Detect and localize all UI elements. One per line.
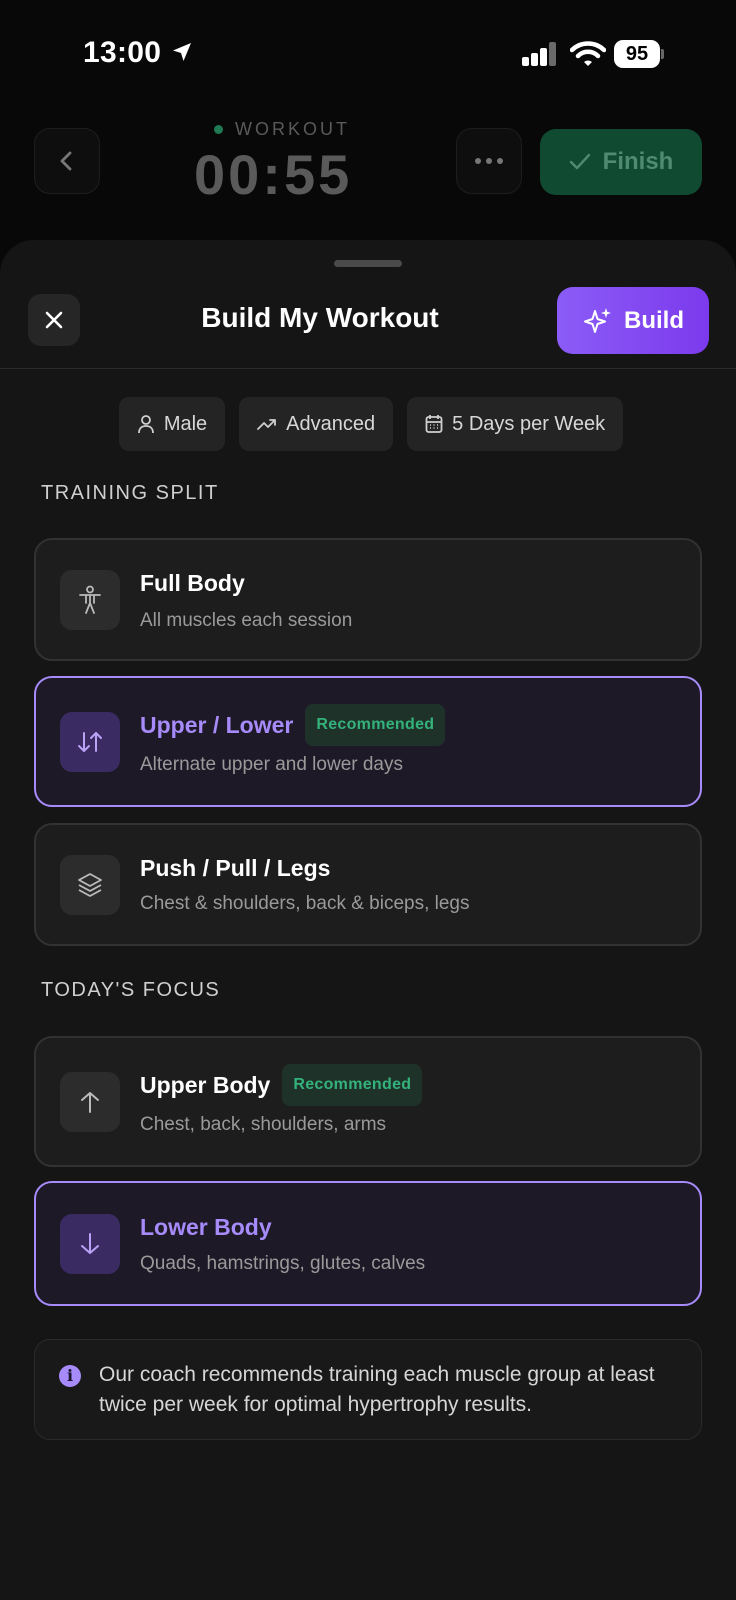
wifi-icon xyxy=(570,41,606,66)
layers-icon xyxy=(60,855,120,915)
focus-option-upper-body[interactable]: Upper Body Recommended Chest, back, shou… xyxy=(34,1036,702,1167)
option-title: Push / Pull / Legs xyxy=(140,855,330,882)
back-button[interactable] xyxy=(34,128,100,194)
battery-level: 95 xyxy=(614,40,660,68)
split-option-full-body[interactable]: Full Body All muscles each session xyxy=(34,538,702,661)
checkmark-icon xyxy=(569,153,590,170)
chip-frequency-label: 5 Days per Week xyxy=(452,412,606,435)
recommended-badge: Recommended xyxy=(282,1064,423,1106)
focus-option-lower-body[interactable]: Lower Body Quads, hamstrings, glutes, ca… xyxy=(34,1181,702,1306)
option-subtitle: All muscles each session xyxy=(140,610,353,631)
option-subtitle: Alternate upper and lower days xyxy=(140,754,403,775)
workout-label: WORKOUT xyxy=(235,119,350,139)
header-divider xyxy=(0,368,736,369)
option-title-text: Full Body xyxy=(140,570,245,596)
option-title-text: Push / Pull / Legs xyxy=(140,855,331,881)
option-subtitle: Chest & shoulders, back & biceps, legs xyxy=(140,893,470,914)
option-subtitle: Quads, hamstrings, glutes, calves xyxy=(140,1253,426,1274)
split-option-push-pull-legs[interactable]: Push / Pull / Legs Chest & shoulders, ba… xyxy=(34,823,702,946)
chip-frequency[interactable]: 5 Days per Week xyxy=(407,397,624,451)
chip-level[interactable]: Advanced xyxy=(239,397,394,451)
battery-indicator: 95 xyxy=(614,40,664,68)
option-title-text: Upper / Lower xyxy=(140,711,294,738)
arrow-up-icon xyxy=(60,1072,120,1132)
more-options-button[interactable] xyxy=(456,128,522,194)
chip-level-label: Advanced xyxy=(286,412,376,435)
sparkles-icon xyxy=(584,307,611,333)
person-icon xyxy=(137,415,154,434)
sheet-grabber[interactable] xyxy=(334,260,402,267)
live-dot-icon xyxy=(214,125,223,134)
option-title: Upper / Lower Recommended xyxy=(140,704,446,746)
build-button[interactable]: Build xyxy=(557,287,709,354)
screen: 13:00 95 WORKOUT 00:55 Finish Build My W… xyxy=(0,0,736,1600)
coach-tip-text: Our coach recommends training each muscl… xyxy=(99,1363,655,1416)
cellular-signal-icon xyxy=(522,42,558,66)
status-bar: 13:00 95 xyxy=(0,0,736,100)
training-split-label: TRAINING SPLIT xyxy=(41,482,219,504)
info-icon: i xyxy=(59,1365,81,1387)
chip-gender[interactable]: Male xyxy=(118,397,226,451)
chip-gender-label: Male xyxy=(163,412,208,435)
build-workout-sheet: Build My Workout Build Male Advanced 5 D… xyxy=(0,240,736,1600)
build-label: Build xyxy=(624,306,684,334)
location-arrow-icon xyxy=(173,43,191,61)
option-subtitle: Chest, back, shoulders, arms xyxy=(140,1114,387,1135)
option-title: Lower Body xyxy=(140,1214,272,1241)
battery-tip xyxy=(661,49,664,59)
calendar-icon xyxy=(425,415,443,433)
option-title: Upper Body Recommended xyxy=(140,1064,423,1106)
recommended-badge: Recommended xyxy=(305,704,446,746)
swap-vertical-icon xyxy=(60,712,120,772)
split-option-upper-lower[interactable]: Upper / Lower Recommended Alternate uppe… xyxy=(34,676,702,807)
todays-focus-label: TODAY'S FOCUS xyxy=(41,979,221,1001)
finish-button[interactable]: Finish xyxy=(540,129,702,195)
chevron-left-icon xyxy=(60,151,72,171)
finish-label: Finish xyxy=(602,148,674,175)
body-icon xyxy=(60,570,120,630)
workout-timer: 00:55 xyxy=(194,143,353,206)
arrow-down-icon xyxy=(60,1214,120,1274)
status-time: 13:00 xyxy=(83,36,162,69)
option-title: Full Body xyxy=(140,570,245,597)
more-dots-icon xyxy=(475,158,481,164)
option-title-text: Upper Body xyxy=(140,1071,271,1098)
trend-up-icon xyxy=(257,419,277,430)
coach-tip: i Our coach recommends training each mus… xyxy=(34,1339,702,1440)
profile-chips: Male Advanced 5 Days per Week xyxy=(0,397,736,451)
option-title-text: Lower Body xyxy=(140,1214,272,1240)
sheet-title: Build My Workout xyxy=(201,302,439,333)
workout-status: WORKOUT xyxy=(214,119,350,140)
